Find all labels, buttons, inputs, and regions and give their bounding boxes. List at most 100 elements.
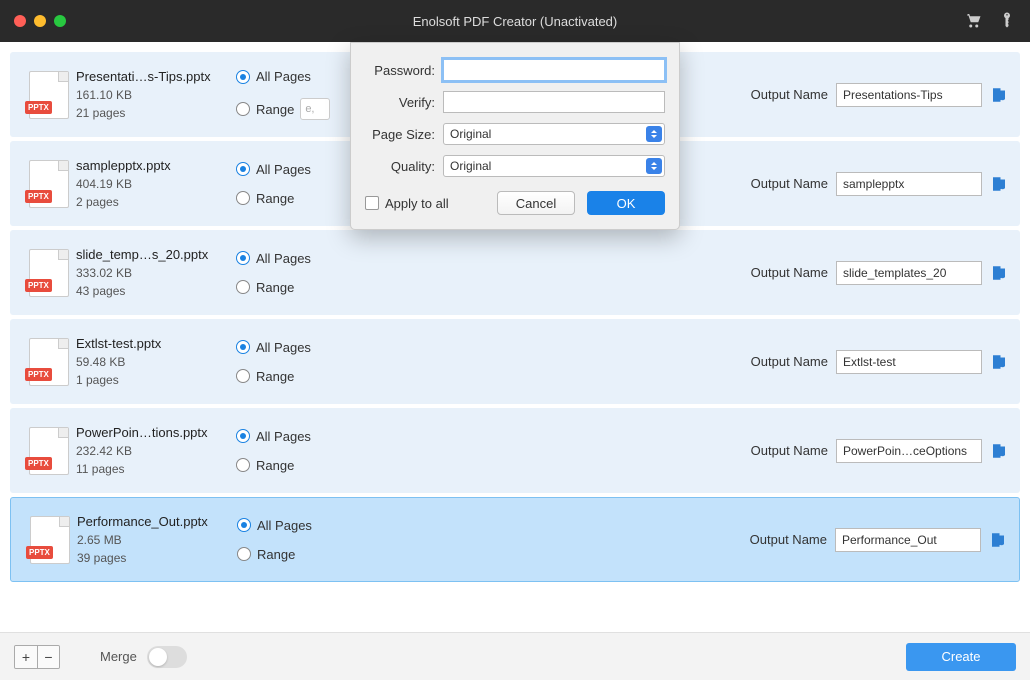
- range-label: Range: [257, 547, 295, 562]
- window-title: Enolsoft PDF Creator (Unactivated): [0, 14, 1030, 29]
- output-name-label: Output Name: [751, 87, 828, 102]
- verify-input[interactable]: [443, 91, 665, 113]
- quality-label: Quality:: [365, 159, 443, 174]
- file-icon: PPTX: [22, 71, 76, 119]
- all-pages-label: All Pages: [256, 162, 311, 177]
- file-size: 59.48 KB: [76, 355, 236, 369]
- all-pages-radio[interactable]: [237, 518, 251, 532]
- range-radio[interactable]: [236, 191, 250, 205]
- filetype-badge: PPTX: [26, 546, 53, 559]
- file-name: Extlst-test.pptx: [76, 336, 226, 351]
- pagesize-value: Original: [450, 127, 491, 141]
- file-row[interactable]: PPTX slide_temp…s_20.pptx 333.02 KB 43 p…: [10, 230, 1020, 315]
- all-pages-label: All Pages: [257, 518, 312, 533]
- file-row[interactable]: PPTX Performance_Out.pptx 2.65 MB 39 pag…: [10, 497, 1020, 582]
- file-name: Performance_Out.pptx: [77, 514, 227, 529]
- pagesize-select[interactable]: Original: [443, 123, 665, 145]
- range-label: Range: [256, 102, 294, 117]
- file-name: samplepptx.pptx: [76, 158, 226, 173]
- file-name: PowerPoin…tions.pptx: [76, 425, 226, 440]
- output-name-input[interactable]: [836, 439, 982, 463]
- file-icon: PPTX: [22, 338, 76, 386]
- output-name-label: Output Name: [751, 176, 828, 191]
- add-file-button[interactable]: +: [15, 646, 37, 668]
- range-radio[interactable]: [236, 369, 250, 383]
- range-radio[interactable]: [236, 280, 250, 294]
- file-name: slide_temp…s_20.pptx: [76, 247, 226, 262]
- all-pages-radio[interactable]: [236, 70, 250, 84]
- range-label: Range: [256, 280, 294, 295]
- settings-sheet: Password: Verify: Page Size: Original Qu…: [350, 42, 680, 230]
- chevron-updown-icon: [646, 126, 662, 142]
- file-icon: PPTX: [22, 427, 76, 475]
- pagesize-label: Page Size:: [365, 127, 443, 142]
- output-name-input[interactable]: [836, 261, 982, 285]
- all-pages-label: All Pages: [256, 69, 311, 84]
- output-name-input[interactable]: [836, 83, 982, 107]
- range-input[interactable]: e,: [300, 98, 330, 120]
- file-pages: 2 pages: [76, 195, 236, 209]
- file-pages: 11 pages: [76, 462, 236, 476]
- settings-icon[interactable]: [990, 86, 1008, 104]
- file-pages: 1 pages: [76, 373, 236, 387]
- settings-icon[interactable]: [989, 531, 1007, 549]
- all-pages-radio[interactable]: [236, 340, 250, 354]
- file-size: 333.02 KB: [76, 266, 236, 280]
- password-input[interactable]: [443, 59, 665, 81]
- ok-button[interactable]: OK: [587, 191, 665, 215]
- all-pages-radio[interactable]: [236, 429, 250, 443]
- file-icon: PPTX: [22, 249, 76, 297]
- verify-label: Verify:: [365, 95, 443, 110]
- file-icon: PPTX: [22, 160, 76, 208]
- quality-select[interactable]: Original: [443, 155, 665, 177]
- settings-icon[interactable]: [990, 175, 1008, 193]
- output-name-label: Output Name: [751, 265, 828, 280]
- filetype-badge: PPTX: [25, 457, 52, 470]
- file-size: 2.65 MB: [77, 533, 237, 547]
- merge-toggle[interactable]: [147, 646, 187, 668]
- file-row[interactable]: PPTX Extlst-test.pptx 59.48 KB 1 pages A…: [10, 319, 1020, 404]
- output-name-label: Output Name: [751, 443, 828, 458]
- file-pages: 39 pages: [77, 551, 237, 565]
- output-name-label: Output Name: [751, 354, 828, 369]
- settings-icon[interactable]: [990, 353, 1008, 371]
- settings-icon[interactable]: [990, 442, 1008, 460]
- quality-value: Original: [450, 159, 491, 173]
- output-name-input[interactable]: [836, 350, 982, 374]
- footer-toolbar: + − Merge Create: [0, 632, 1030, 680]
- file-size: 232.42 KB: [76, 444, 236, 458]
- merge-label: Merge: [100, 649, 137, 664]
- file-icon: PPTX: [23, 516, 77, 564]
- password-label: Password:: [365, 63, 443, 78]
- remove-file-button[interactable]: −: [37, 646, 59, 668]
- settings-icon[interactable]: [990, 264, 1008, 282]
- file-name: Presentati…s-Tips.pptx: [76, 69, 226, 84]
- all-pages-label: All Pages: [256, 251, 311, 266]
- range-radio[interactable]: [237, 547, 251, 561]
- filetype-badge: PPTX: [25, 101, 52, 114]
- filetype-badge: PPTX: [25, 279, 52, 292]
- file-pages: 21 pages: [76, 106, 236, 120]
- all-pages-label: All Pages: [256, 429, 311, 444]
- file-pages: 43 pages: [76, 284, 236, 298]
- titlebar: Enolsoft PDF Creator (Unactivated): [0, 0, 1030, 42]
- range-radio[interactable]: [236, 458, 250, 472]
- file-row[interactable]: PPTX PowerPoin…tions.pptx 232.42 KB 11 p…: [10, 408, 1020, 493]
- apply-to-all-label: Apply to all: [385, 196, 449, 211]
- create-button[interactable]: Create: [906, 643, 1016, 671]
- cancel-button[interactable]: Cancel: [497, 191, 575, 215]
- file-size: 404.19 KB: [76, 177, 236, 191]
- range-label: Range: [256, 191, 294, 206]
- range-label: Range: [256, 458, 294, 473]
- all-pages-radio[interactable]: [236, 162, 250, 176]
- all-pages-radio[interactable]: [236, 251, 250, 265]
- file-size: 161.10 KB: [76, 88, 236, 102]
- output-name-input[interactable]: [836, 172, 982, 196]
- range-radio[interactable]: [236, 102, 250, 116]
- filetype-badge: PPTX: [25, 190, 52, 203]
- output-name-label: Output Name: [750, 532, 827, 547]
- output-name-input[interactable]: [835, 528, 981, 552]
- all-pages-label: All Pages: [256, 340, 311, 355]
- filetype-badge: PPTX: [25, 368, 52, 381]
- apply-to-all-checkbox[interactable]: [365, 196, 379, 210]
